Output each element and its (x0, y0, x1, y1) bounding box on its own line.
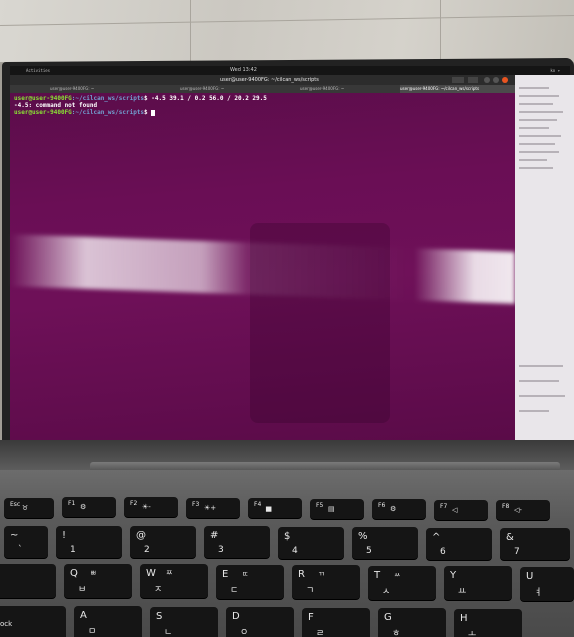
key-w[interactable]: Wㅉㅈ (140, 564, 208, 598)
key-u[interactable]: Uㅕ (520, 567, 574, 601)
panel-row (519, 159, 547, 161)
light-glare (10, 234, 515, 304)
key-y[interactable]: Yㅛ (444, 566, 512, 600)
prompt-user: user@user-9400FG (14, 95, 72, 102)
key-f4[interactable]: F4 ▅ (248, 498, 302, 518)
terminal-titlebar: user@user-9400FG: ~/cilcan_ws/scripts (10, 75, 515, 85)
key-f3[interactable]: F3 ☀+ (186, 498, 240, 518)
floor-tile-line (0, 14, 574, 27)
key-e[interactable]: Eㄸㄷ (216, 565, 284, 599)
key-f7[interactable]: F7 ◁ (434, 500, 488, 520)
photo: Activities Wed 13:42 ko ▾ user@user-9400… (0, 0, 574, 637)
command-text: $ -4.5 39.1 / 0.2 56.0 / 20.2 29.5 (144, 95, 267, 102)
key-esc[interactable]: Esc ♉ (4, 498, 54, 518)
key-tab[interactable] (0, 564, 56, 598)
key-g[interactable]: Gㅎ (378, 608, 446, 637)
clock[interactable]: Wed 13:42 (230, 66, 257, 75)
panel-row (519, 151, 559, 153)
floor-background (0, 0, 574, 62)
side-window-panel[interactable] (515, 75, 574, 440)
terminal-line-2: -4.5: command not found (14, 102, 98, 109)
key-d[interactable]: Dㅇ (226, 607, 294, 637)
tab-1[interactable]: user@user-9400FG: ~ (50, 85, 160, 93)
close-button[interactable] (502, 77, 508, 83)
panel-row (519, 95, 559, 97)
key-3[interactable]: #3 (204, 526, 270, 558)
key-2[interactable]: @2 (130, 526, 196, 558)
maximize-button[interactable] (493, 77, 499, 83)
key-tilde[interactable]: ~ ` (4, 526, 48, 558)
panel-row (519, 167, 553, 169)
key-f6[interactable]: F6 ⚙ (372, 499, 426, 519)
key-q[interactable]: Qㅃㅂ (64, 564, 132, 598)
panel-row (519, 410, 549, 412)
panel-row (519, 135, 561, 137)
panel-row (519, 380, 559, 382)
activities-label[interactable]: Activities (26, 66, 50, 75)
floor-tile-line (440, 0, 441, 62)
key-capslock[interactable]: ock (0, 606, 66, 637)
cursor (151, 109, 156, 116)
key-f[interactable]: Fㄹ (302, 608, 370, 637)
key-f8[interactable]: F8 ◁- (496, 500, 550, 520)
key-h[interactable]: Hㅗ (454, 609, 522, 637)
panel-row (519, 119, 557, 121)
system-indicators[interactable]: ko ▾ (550, 66, 560, 75)
tab-4-active[interactable]: user@user-9400FG: ~/cilcan_ws/scripts (400, 85, 515, 93)
key-a[interactable]: Aㅁ (74, 606, 142, 637)
key-f5[interactable]: F5 ▤ (310, 499, 364, 519)
key-t[interactable]: Tㅆㅅ (368, 566, 436, 600)
prompt-path: :~/cilcan_ws/scripts (71, 95, 145, 102)
key-4[interactable]: $4 (278, 527, 344, 559)
system-top-bar: Activities Wed 13:42 ko ▾ (10, 66, 570, 75)
prompt-user: user@user-9400FG (14, 109, 72, 116)
key-7[interactable]: & 7 (500, 528, 570, 560)
menu-icon[interactable] (468, 77, 478, 83)
floor-tile-line (190, 0, 191, 62)
key-5[interactable]: % 5 (352, 527, 418, 559)
key-6[interactable]: ^ 6 (426, 528, 492, 560)
tab-3[interactable]: user@user-9400FG: ~ (300, 85, 400, 93)
prompt-path: :~/cilcan_ws/scripts (71, 109, 145, 116)
search-icon[interactable] (452, 77, 464, 83)
terminal-body[interactable]: user@user-9400FG:~/cilcan_ws/scripts$ -4… (10, 93, 515, 440)
panel-row (519, 395, 565, 397)
panel-row (519, 111, 563, 113)
key-1[interactable]: ! 1 (56, 526, 122, 558)
panel-row (519, 365, 563, 367)
terminal-line-3: user@user-9400FG:~/cilcan_ws/scripts$ (14, 109, 156, 116)
terminal-line-1: user@user-9400FG:~/cilcan_ws/scripts$ -4… (14, 95, 267, 102)
key-r[interactable]: Rㄲㄱ (292, 565, 360, 599)
command-text: $ (144, 109, 152, 116)
tab-2[interactable]: user@user-9400FG: ~ (180, 85, 290, 93)
keyboard-deck: Esc ♉ F1 ⚙ F2 ☀- F3 ☀+ F4 ▅ F5 ▤ F6 ⚙ F7 ◁ F8 ◁- … (0, 470, 574, 637)
panel-row (519, 103, 553, 105)
key-f1[interactable]: F1 ⚙ (62, 497, 116, 517)
panel-row (519, 87, 549, 89)
key-f2[interactable]: F2 ☀- (124, 497, 178, 517)
panel-row (519, 127, 549, 129)
terminal-tab-bar: user@user-9400FG: ~ user@user-9400FG: ~ … (10, 85, 515, 93)
minimize-button[interactable] (484, 77, 490, 83)
panel-row (519, 143, 555, 145)
window-title: user@user-9400FG: ~/cilcan_ws/scripts (220, 77, 319, 83)
key-s[interactable]: Sㄴ (150, 607, 218, 637)
